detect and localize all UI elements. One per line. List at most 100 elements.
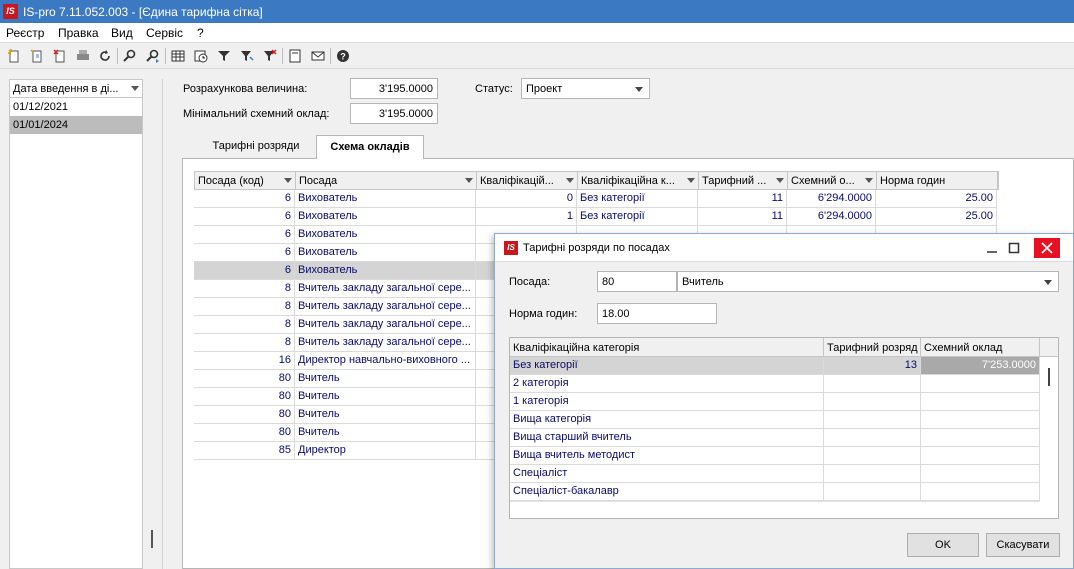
col-tariff-grade[interactable]: Тарифний розряд [824, 338, 921, 357]
table-row[interactable]: Вища вчитель методист [510, 447, 1040, 465]
qualification-category-cell[interactable]: Вища категорія [510, 411, 824, 429]
table-row[interactable]: 2 категорія [510, 375, 1040, 393]
help-icon[interactable]: ? [333, 46, 353, 66]
cancel-button[interactable]: Скасувати [986, 533, 1060, 557]
search-next-icon[interactable] [143, 46, 163, 66]
qualification-category-cell[interactable]: Спеціаліст-бакалавр [510, 483, 824, 501]
table-row[interactable]: Вища старший вчитель [510, 429, 1040, 447]
position-cell[interactable]: Вчитель [295, 388, 476, 406]
tariff-grade-cell[interactable]: 11 [698, 190, 787, 208]
table-row[interactable]: Спеціаліст-бакалавр [510, 483, 1040, 501]
position-name-select[interactable]: Вчитель [677, 271, 1059, 292]
position-code-cell[interactable]: 6 [194, 262, 295, 280]
date-list-item[interactable]: 01/01/2024 [10, 116, 142, 134]
qualification-code-cell[interactable]: 1 [476, 208, 577, 226]
close-icon[interactable] [1034, 238, 1060, 258]
table-row[interactable]: 6 Вихователь 1 Без категорії 11 6'294.0000 25.… [194, 208, 999, 226]
position-cell[interactable]: Директор навчально-виховного ... [295, 352, 476, 370]
qualification-category-cell[interactable]: Вища вчитель методист [510, 447, 824, 465]
qualification-category-cell[interactable]: 2 категорія [510, 375, 824, 393]
document-icon[interactable] [285, 46, 305, 66]
refresh-icon[interactable] [95, 46, 115, 66]
chevron-down-icon[interactable] [1044, 280, 1052, 285]
sort-arrow-icon[interactable] [131, 86, 139, 91]
menu-edit[interactable]: Правка [58, 26, 99, 40]
position-cell[interactable]: Вихователь [295, 226, 476, 244]
position-code-cell[interactable]: 6 [194, 244, 295, 262]
tariff-grade-cell[interactable] [824, 375, 921, 393]
qualification-category-cell[interactable]: Без категорії [577, 190, 698, 208]
col-tariff-grade[interactable]: Тарифний ... [699, 172, 788, 190]
tariff-grade-cell[interactable]: 13 [824, 357, 921, 375]
position-code-field[interactable]: 80 [597, 271, 677, 292]
col-qualification-code[interactable]: Кваліфікацій... [477, 172, 578, 190]
menu-help[interactable]: ? [197, 26, 204, 40]
col-scheme-salary[interactable]: Схемний оклад [921, 338, 1040, 357]
scheme-salary-cell[interactable] [921, 447, 1040, 465]
filter-clear-icon[interactable] [260, 46, 280, 66]
table-row[interactable]: 6 Вихователь 0 Без категорії 11 6'294.0000 25.… [194, 190, 999, 208]
delete-doc-icon[interactable] [50, 46, 70, 66]
chevron-down-icon[interactable] [635, 87, 643, 92]
table-row[interactable]: Без категорії 13 7'253.0000 [510, 357, 1040, 375]
new-copy-icon[interactable] [27, 46, 47, 66]
tariff-grade-cell[interactable] [824, 465, 921, 483]
scrollbar-thumb[interactable] [1048, 368, 1050, 386]
position-cell[interactable]: Вихователь [295, 208, 476, 226]
date-list-item[interactable]: 01/12/2021 [10, 98, 142, 116]
position-code-cell[interactable]: 80 [194, 370, 295, 388]
date-list-header[interactable]: Дата введення в ді... [10, 80, 142, 98]
col-position-code[interactable]: Посада (код) [195, 172, 296, 190]
position-code-cell[interactable]: 80 [194, 406, 295, 424]
position-code-cell[interactable]: 8 [194, 298, 295, 316]
menu-service[interactable]: Сервіс [146, 26, 183, 40]
norm-hours-field[interactable]: 18.00 [597, 303, 717, 324]
maximize-icon[interactable] [1001, 238, 1027, 258]
table-row[interactable]: 1 категорія [510, 393, 1040, 411]
col-qualification-category[interactable]: Кваліфікаційна категорія [510, 338, 824, 357]
scheme-salary-cell[interactable]: 7'253.0000 [921, 357, 1040, 375]
tariff-grade-cell[interactable] [824, 411, 921, 429]
position-cell[interactable]: Вчитель закладу загальної сере... [295, 298, 476, 316]
filter-icon[interactable] [214, 46, 234, 66]
position-code-cell[interactable]: 85 [194, 442, 295, 460]
position-cell[interactable]: Вчитель [295, 370, 476, 388]
position-code-cell[interactable]: 8 [194, 316, 295, 334]
qualification-code-cell[interactable]: 0 [476, 190, 577, 208]
qualification-category-cell[interactable]: Вища старший вчитель [510, 429, 824, 447]
position-cell[interactable]: Вчитель [295, 424, 476, 442]
position-code-cell[interactable]: 16 [194, 352, 295, 370]
tariff-grade-cell[interactable] [824, 447, 921, 465]
table-row[interactable]: Вища категорія [510, 411, 1040, 429]
col-position[interactable]: Посада [296, 172, 477, 190]
tab-salary-scheme[interactable]: Схема окладів [316, 135, 424, 159]
table-row[interactable]: Спеціаліст [510, 465, 1040, 483]
ok-button[interactable]: OK [907, 533, 979, 557]
norm-hours-cell[interactable]: 25.00 [876, 190, 997, 208]
position-cell[interactable]: Директор [295, 442, 476, 460]
position-cell[interactable]: Вчитель закладу загальної сере... [295, 280, 476, 298]
scheme-salary-cell[interactable] [921, 465, 1040, 483]
scheme-salary-cell[interactable] [921, 375, 1040, 393]
print-icon[interactable] [73, 46, 93, 66]
position-cell[interactable]: Вихователь [295, 190, 476, 208]
scheme-salary-cell[interactable] [921, 411, 1040, 429]
search-icon[interactable] [120, 46, 140, 66]
position-code-cell[interactable]: 80 [194, 388, 295, 406]
vertical-scrollbar[interactable] [1041, 358, 1058, 518]
position-code-cell[interactable]: 8 [194, 334, 295, 352]
position-cell[interactable]: Вихователь [295, 244, 476, 262]
position-cell[interactable]: Вчитель закладу загальної сере... [295, 316, 476, 334]
scheme-salary-cell[interactable]: 6'294.0000 [787, 190, 876, 208]
position-cell[interactable]: Вчитель закладу загальної сере... [295, 334, 476, 352]
tariff-grade-cell[interactable] [824, 483, 921, 501]
position-code-cell[interactable]: 6 [194, 208, 295, 226]
scheme-salary-cell[interactable]: 6'294.0000 [787, 208, 876, 226]
table-icon[interactable] [168, 46, 188, 66]
splitter-handle[interactable] [151, 530, 153, 548]
qualification-category-cell[interactable]: 1 категорія [510, 393, 824, 411]
qualification-category-cell[interactable]: Без категорії [577, 208, 698, 226]
horizontal-scrollbar[interactable] [510, 501, 1040, 518]
col-norm-hours[interactable]: Норма годин [877, 172, 998, 190]
min-salary-field[interactable]: 3'195.0000 [350, 103, 438, 124]
